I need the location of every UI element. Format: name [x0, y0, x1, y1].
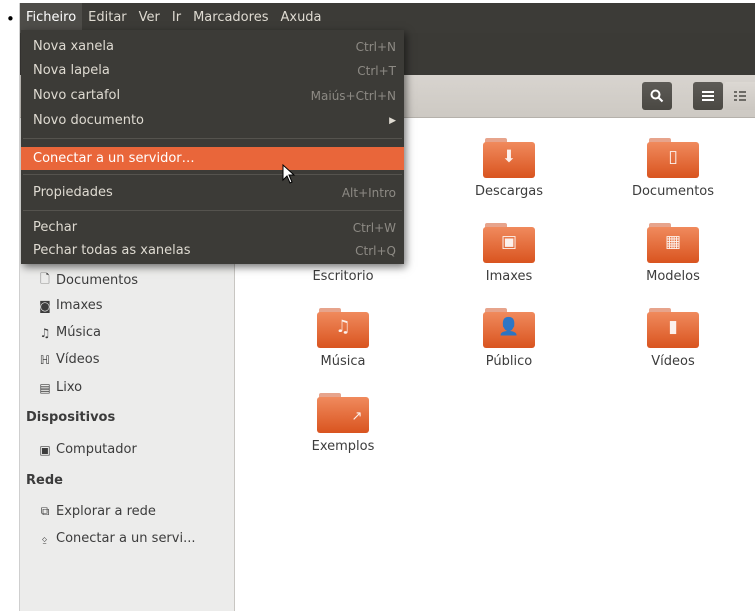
menu-item-label: Conectar a un servidor… — [33, 151, 195, 166]
sidebar-item-documentos[interactable]: 🗋 Documentos — [38, 270, 138, 291]
trash-icon: ▤ — [39, 380, 51, 395]
folder-modelos[interactable]: ▦ Modelos — [613, 223, 733, 284]
menu-item-label: Pechar — [33, 220, 78, 235]
folder-documentos[interactable]: ▯ Documentos — [613, 138, 733, 199]
public-folder-icon: 👤 — [483, 308, 535, 348]
folder-label: Música — [320, 354, 366, 369]
computer-icon: ▣ — [39, 442, 51, 457]
pictures-folder-icon: ▣ — [483, 223, 535, 263]
folder-label: Descargas — [474, 184, 543, 199]
menu-item-conectar-servidor[interactable]: Conectar a un servidor… — [21, 147, 404, 170]
grid-view-icon — [734, 91, 746, 101]
music-folder-icon: ♫ — [317, 308, 369, 348]
music-icon: ♫ — [39, 325, 51, 340]
menu-item-pechar-todas[interactable]: Pechar todas as xanelas Ctrl+Q — [21, 239, 404, 262]
bullet-marker: • — [6, 10, 15, 28]
menu-ver[interactable]: Ver — [133, 3, 166, 33]
folder-videos[interactable]: ▮ Vídeos — [613, 308, 733, 369]
menu-item-novo-cartafol[interactable]: Novo cartafol Maiús+Ctrl+N — [21, 84, 404, 107]
download-folder-icon: ⬇ — [483, 138, 535, 178]
documents-folder-icon: ▯ — [647, 138, 699, 178]
document-icon: 🗋 — [40, 272, 50, 286]
menu-item-label: Pechar todas as xanelas — [33, 243, 191, 258]
list-view-icon — [702, 91, 714, 101]
sidebar-item-conectar-servidor[interactable]: ⍚ Conectar a un servi... — [38, 531, 195, 546]
sidebar-item-label: Explorar a rede — [56, 504, 156, 519]
sidebar-heading-network: Rede — [26, 473, 63, 488]
folder-publico[interactable]: 👤 Público — [449, 308, 569, 369]
folder-exemplos[interactable]: ↗ Exemplos — [283, 393, 403, 454]
menu-item-accelerator: Ctrl+Q — [355, 243, 396, 258]
menu-item-accelerator: Ctrl+W — [352, 220, 396, 235]
submenu-arrow-icon: ▶ — [389, 115, 396, 126]
folder-musica[interactable]: ♫ Música — [283, 308, 403, 369]
list-view-button[interactable] — [693, 82, 723, 110]
video-icon: ℍ — [39, 352, 51, 367]
sidebar-item-explorar-rede[interactable]: ⧉ Explorar a rede — [38, 504, 156, 519]
menu-axuda[interactable]: Axuda — [274, 3, 327, 33]
menu-ir[interactable]: Ir — [166, 3, 187, 33]
menu-item-label: Propiedades — [33, 185, 113, 200]
sidebar-item-label: Computador — [56, 442, 137, 457]
sidebar-item-label: Imaxes — [56, 298, 103, 313]
menu-item-nova-xanela[interactable]: Nova xanela Ctrl+N — [21, 35, 404, 58]
menu-item-accelerator: Alt+Intro — [341, 185, 396, 200]
menu-item-accelerator: Maiús+Ctrl+N — [310, 88, 396, 103]
nautilus-screen: Ficheiro Editar Ver Ir Marcadores Axuda … — [19, 3, 755, 611]
sidebar-item-label: Música — [56, 325, 101, 340]
mouse-pointer-icon — [282, 164, 296, 184]
sidebar-item-musica[interactable]: ♫ Música — [38, 325, 101, 340]
menu-marcadores[interactable]: Marcadores — [187, 3, 274, 33]
menu-item-label: Novo documento — [33, 113, 145, 128]
menu-item-novo-documento[interactable]: Novo documento ▶ — [21, 109, 404, 132]
menu-item-label: Nova xanela — [33, 39, 114, 54]
folder-label: Público — [485, 354, 533, 369]
folder-descargas[interactable]: ⬇ Descargas — [449, 138, 569, 199]
server-icon: ⍚ — [41, 531, 49, 545]
sidebar-item-label: Conectar a un servi... — [56, 531, 196, 546]
folder-label: Exemplos — [311, 439, 375, 454]
sidebar-item-computador[interactable]: ▣ Computador — [38, 442, 137, 457]
menu-item-label: Nova lapela — [33, 63, 110, 78]
folder-label: Imaxes — [485, 269, 533, 284]
sidebar-heading-devices: Dispositivos — [26, 410, 116, 425]
menu-editar[interactable]: Editar — [82, 3, 133, 33]
menu-ficheiro[interactable]: Ficheiro — [20, 3, 83, 33]
menu-item-accelerator: Ctrl+T — [357, 63, 396, 78]
menu-separator — [23, 210, 402, 211]
sidebar-item-videos[interactable]: ℍ Vídeos — [38, 352, 100, 367]
menu-item-pechar[interactable]: Pechar Ctrl+W — [21, 216, 404, 239]
menubar: Ficheiro Editar Ver Ir Marcadores Axuda — [20, 3, 755, 33]
menu-separator — [23, 138, 402, 139]
folder-label: Vídeos — [651, 354, 695, 369]
menu-item-accelerator: Ctrl+N — [355, 39, 396, 54]
sidebar-item-label: Lixo — [56, 380, 83, 395]
menu-item-nova-lapela[interactable]: Nova lapela Ctrl+T — [21, 59, 404, 82]
sidebar-item-label: Vídeos — [56, 352, 100, 367]
camera-icon: ◙ — [39, 298, 51, 313]
network-icon: ⧉ — [40, 504, 50, 518]
examples-folder-icon: ↗ — [317, 393, 369, 433]
folder-imaxes[interactable]: ▣ Imaxes — [449, 223, 569, 284]
sidebar-item-label: Documentos — [56, 273, 139, 288]
menu-separator — [23, 174, 402, 175]
sidebar-item-imaxes[interactable]: ◙ Imaxes — [38, 298, 103, 313]
folder-label: Modelos — [646, 269, 700, 284]
menu-item-label: Novo cartafol — [33, 88, 121, 103]
search-icon — [650, 89, 664, 103]
menu-item-propiedades[interactable]: Propiedades Alt+Intro — [21, 181, 404, 204]
sidebar-item-lixo[interactable]: ▤ Lixo — [38, 380, 82, 395]
file-menu-dropdown: Nova xanela Ctrl+N Nova lapela Ctrl+T No… — [21, 30, 404, 264]
search-button[interactable] — [642, 82, 672, 110]
grid-view-button[interactable] — [724, 82, 755, 110]
templates-folder-icon: ▦ — [647, 223, 699, 263]
folder-label: Escritorio — [312, 269, 374, 284]
videos-folder-icon: ▮ — [647, 308, 699, 348]
folder-label: Documentos — [631, 184, 715, 199]
